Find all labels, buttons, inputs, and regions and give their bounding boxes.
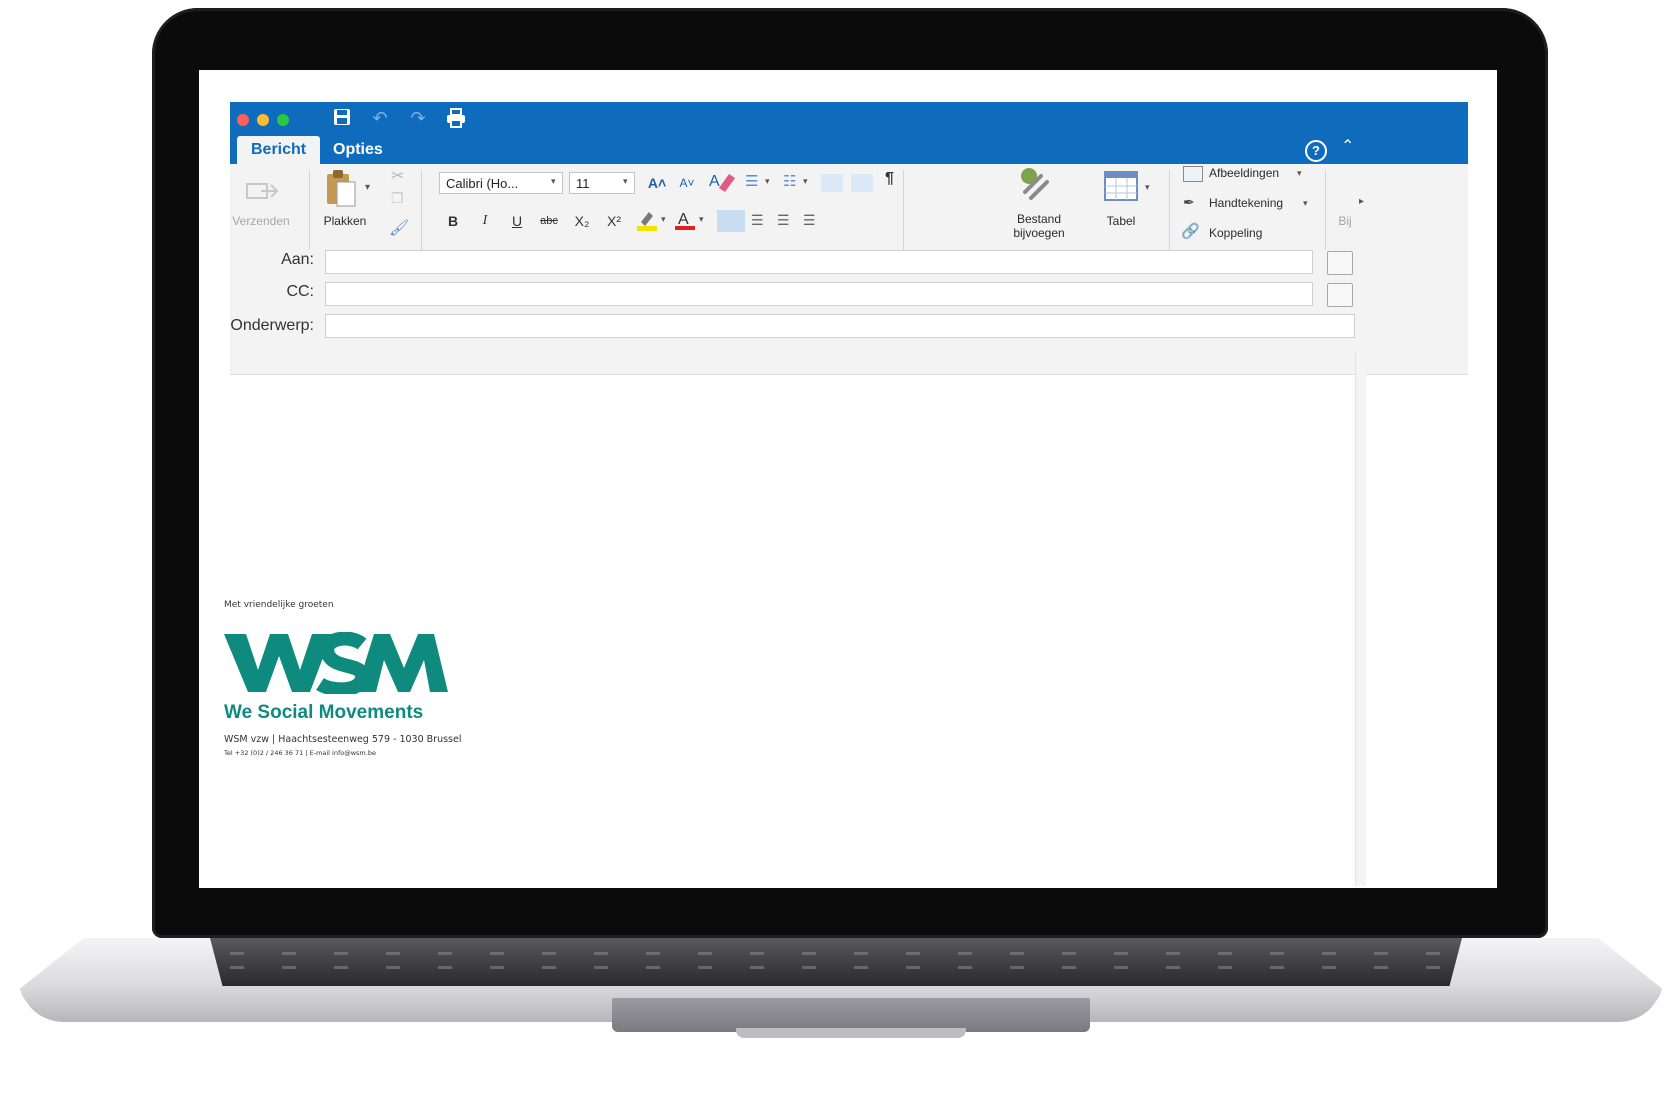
ribbon-separator — [421, 170, 422, 250]
copy-icon[interactable]: ❐ — [391, 190, 404, 207]
bullets-chevron-down-icon[interactable]: ▾ — [765, 176, 770, 187]
address-book-icon[interactable] — [1327, 251, 1353, 275]
font-size-chevron-down-icon[interactable]: ▾ — [623, 176, 628, 187]
tab-bericht[interactable]: Bericht — [237, 136, 321, 164]
font-color-chevron-down-icon[interactable]: ▾ — [699, 214, 704, 225]
collapse-ribbon-icon[interactable]: ⌃ — [1341, 136, 1354, 156]
signature-label[interactable]: Handtekening — [1209, 196, 1283, 210]
link-label[interactable]: Koppeling — [1209, 226, 1262, 240]
laptop-keyboard — [210, 938, 1462, 986]
show-paragraph-marks-icon[interactable]: ¶ — [885, 170, 894, 188]
attach-file-icon[interactable] — [1017, 164, 1057, 206]
table-chevron-down-icon[interactable]: ▾ — [1145, 182, 1150, 193]
subject-field[interactable] — [325, 314, 1355, 338]
zoom-window-button[interactable] — [277, 114, 289, 126]
minimize-window-button[interactable] — [257, 114, 269, 126]
wsm-logo — [224, 631, 448, 697]
ribbon-separator — [1169, 170, 1170, 250]
numbering-icon[interactable]: ☷ — [783, 172, 796, 190]
keyboard-key-row — [230, 966, 1442, 969]
shrink-font-button[interactable]: A˅ — [675, 172, 699, 194]
redo-icon[interactable]: ↷ — [407, 108, 429, 128]
undo-icon[interactable]: ↶ — [369, 108, 391, 128]
tab-bar — [230, 132, 1468, 164]
format-painter-icon[interactable]: 🖌 — [389, 218, 409, 238]
subject-label: Onderwerp: — [230, 317, 314, 334]
tab-opties[interactable]: Opties — [319, 136, 397, 164]
strikethrough-button[interactable]: abc — [535, 210, 563, 232]
align-left-icon[interactable] — [717, 210, 745, 232]
superscript-button[interactable]: X² — [601, 210, 627, 232]
table-label[interactable]: Tabel — [1091, 214, 1151, 228]
signature-pen-icon[interactable]: ✒ — [1183, 194, 1195, 211]
highlight-color-icon[interactable] — [635, 208, 659, 232]
cc-field[interactable] — [325, 282, 1313, 306]
table-icon[interactable] — [1103, 170, 1143, 204]
pictures-chevron-down-icon[interactable]: ▾ — [1297, 168, 1302, 179]
ribbon-scroll-right-icon[interactable]: ▸ — [1359, 196, 1364, 207]
help-icon[interactable]: ? — [1305, 140, 1327, 162]
decrease-indent-icon[interactable] — [821, 174, 843, 192]
ribbon — [230, 164, 1468, 259]
ribbon-overflow-label[interactable]: Bij — [1335, 214, 1355, 228]
ribbon-separator — [1325, 170, 1326, 250]
subscript-button[interactable]: X₂ — [569, 210, 595, 232]
signature-company-name: We Social Movements — [224, 702, 424, 723]
increase-indent-icon[interactable] — [851, 174, 873, 192]
send-icon[interactable] — [243, 176, 279, 206]
svg-text:A: A — [709, 173, 720, 190]
align-right-icon[interactable]: ☰ — [777, 212, 790, 229]
grow-font-button[interactable]: A˄ — [645, 172, 669, 194]
clear-formatting-icon[interactable]: A — [707, 168, 737, 194]
attach-file-label-line2[interactable]: bijvoegen — [999, 226, 1079, 240]
font-name-select[interactable]: Calibri (Ho... — [439, 172, 563, 194]
signature-chevron-down-icon[interactable]: ▾ — [1303, 198, 1308, 209]
keyboard-key-row — [230, 952, 1442, 955]
print-icon[interactable] — [445, 108, 467, 128]
to-label: Aan: — [281, 251, 314, 268]
to-field[interactable] — [325, 250, 1313, 274]
bold-button[interactable]: B — [441, 210, 465, 232]
signature-contact: Tel +32 (0)2 / 246 36 71 | E-mail info@w… — [224, 749, 376, 757]
cut-icon[interactable]: ✂ — [391, 166, 404, 186]
link-icon[interactable]: 🔗 — [1181, 222, 1200, 240]
font-name-chevron-down-icon[interactable]: ▾ — [551, 176, 556, 187]
paste-dropdown-icon[interactable]: ▾ — [365, 182, 370, 193]
attach-file-label-line1[interactable]: Bestand — [999, 212, 1079, 226]
bullets-icon[interactable]: ☰ — [745, 172, 758, 190]
send-button-label[interactable]: Verzenden — [221, 214, 301, 228]
laptop-lid-notch — [736, 1028, 966, 1038]
highlight-chevron-down-icon[interactable]: ▾ — [661, 214, 666, 225]
signature-address: WSM vzw | Haachtsesteenweg 579 - 1030 Br… — [224, 734, 462, 745]
signature-greeting: Met vriendelijke groeten — [224, 600, 334, 610]
pictures-label[interactable]: Afbeeldingen — [1209, 166, 1279, 180]
save-icon[interactable] — [331, 108, 353, 128]
svg-text:A: A — [678, 211, 689, 228]
paste-button-label[interactable]: Plakken — [313, 214, 377, 228]
close-window-button[interactable] — [237, 114, 249, 126]
underline-button[interactable]: U — [505, 210, 529, 232]
numbering-chevron-down-icon[interactable]: ▾ — [803, 176, 808, 187]
laptop-screen: ↶ ↷ Bericht Opties ? ⌃ Verzenden ▾ Plakk… — [199, 70, 1497, 888]
italic-button[interactable]: I — [473, 210, 497, 232]
body-scrollbar[interactable] — [1355, 352, 1366, 886]
ribbon-separator — [903, 170, 904, 250]
pictures-icon[interactable] — [1183, 166, 1203, 182]
ribbon-separator — [309, 170, 310, 250]
laptop-trackpad — [612, 998, 1090, 1032]
address-book-icon[interactable] — [1327, 283, 1353, 307]
font-color-icon[interactable]: A — [673, 208, 697, 232]
justify-icon[interactable]: ☰ — [803, 212, 816, 229]
cc-label: CC: — [286, 283, 314, 300]
message-body[interactable] — [230, 352, 1458, 886]
align-center-icon[interactable]: ☰ — [751, 212, 764, 229]
paste-icon[interactable] — [323, 168, 359, 208]
